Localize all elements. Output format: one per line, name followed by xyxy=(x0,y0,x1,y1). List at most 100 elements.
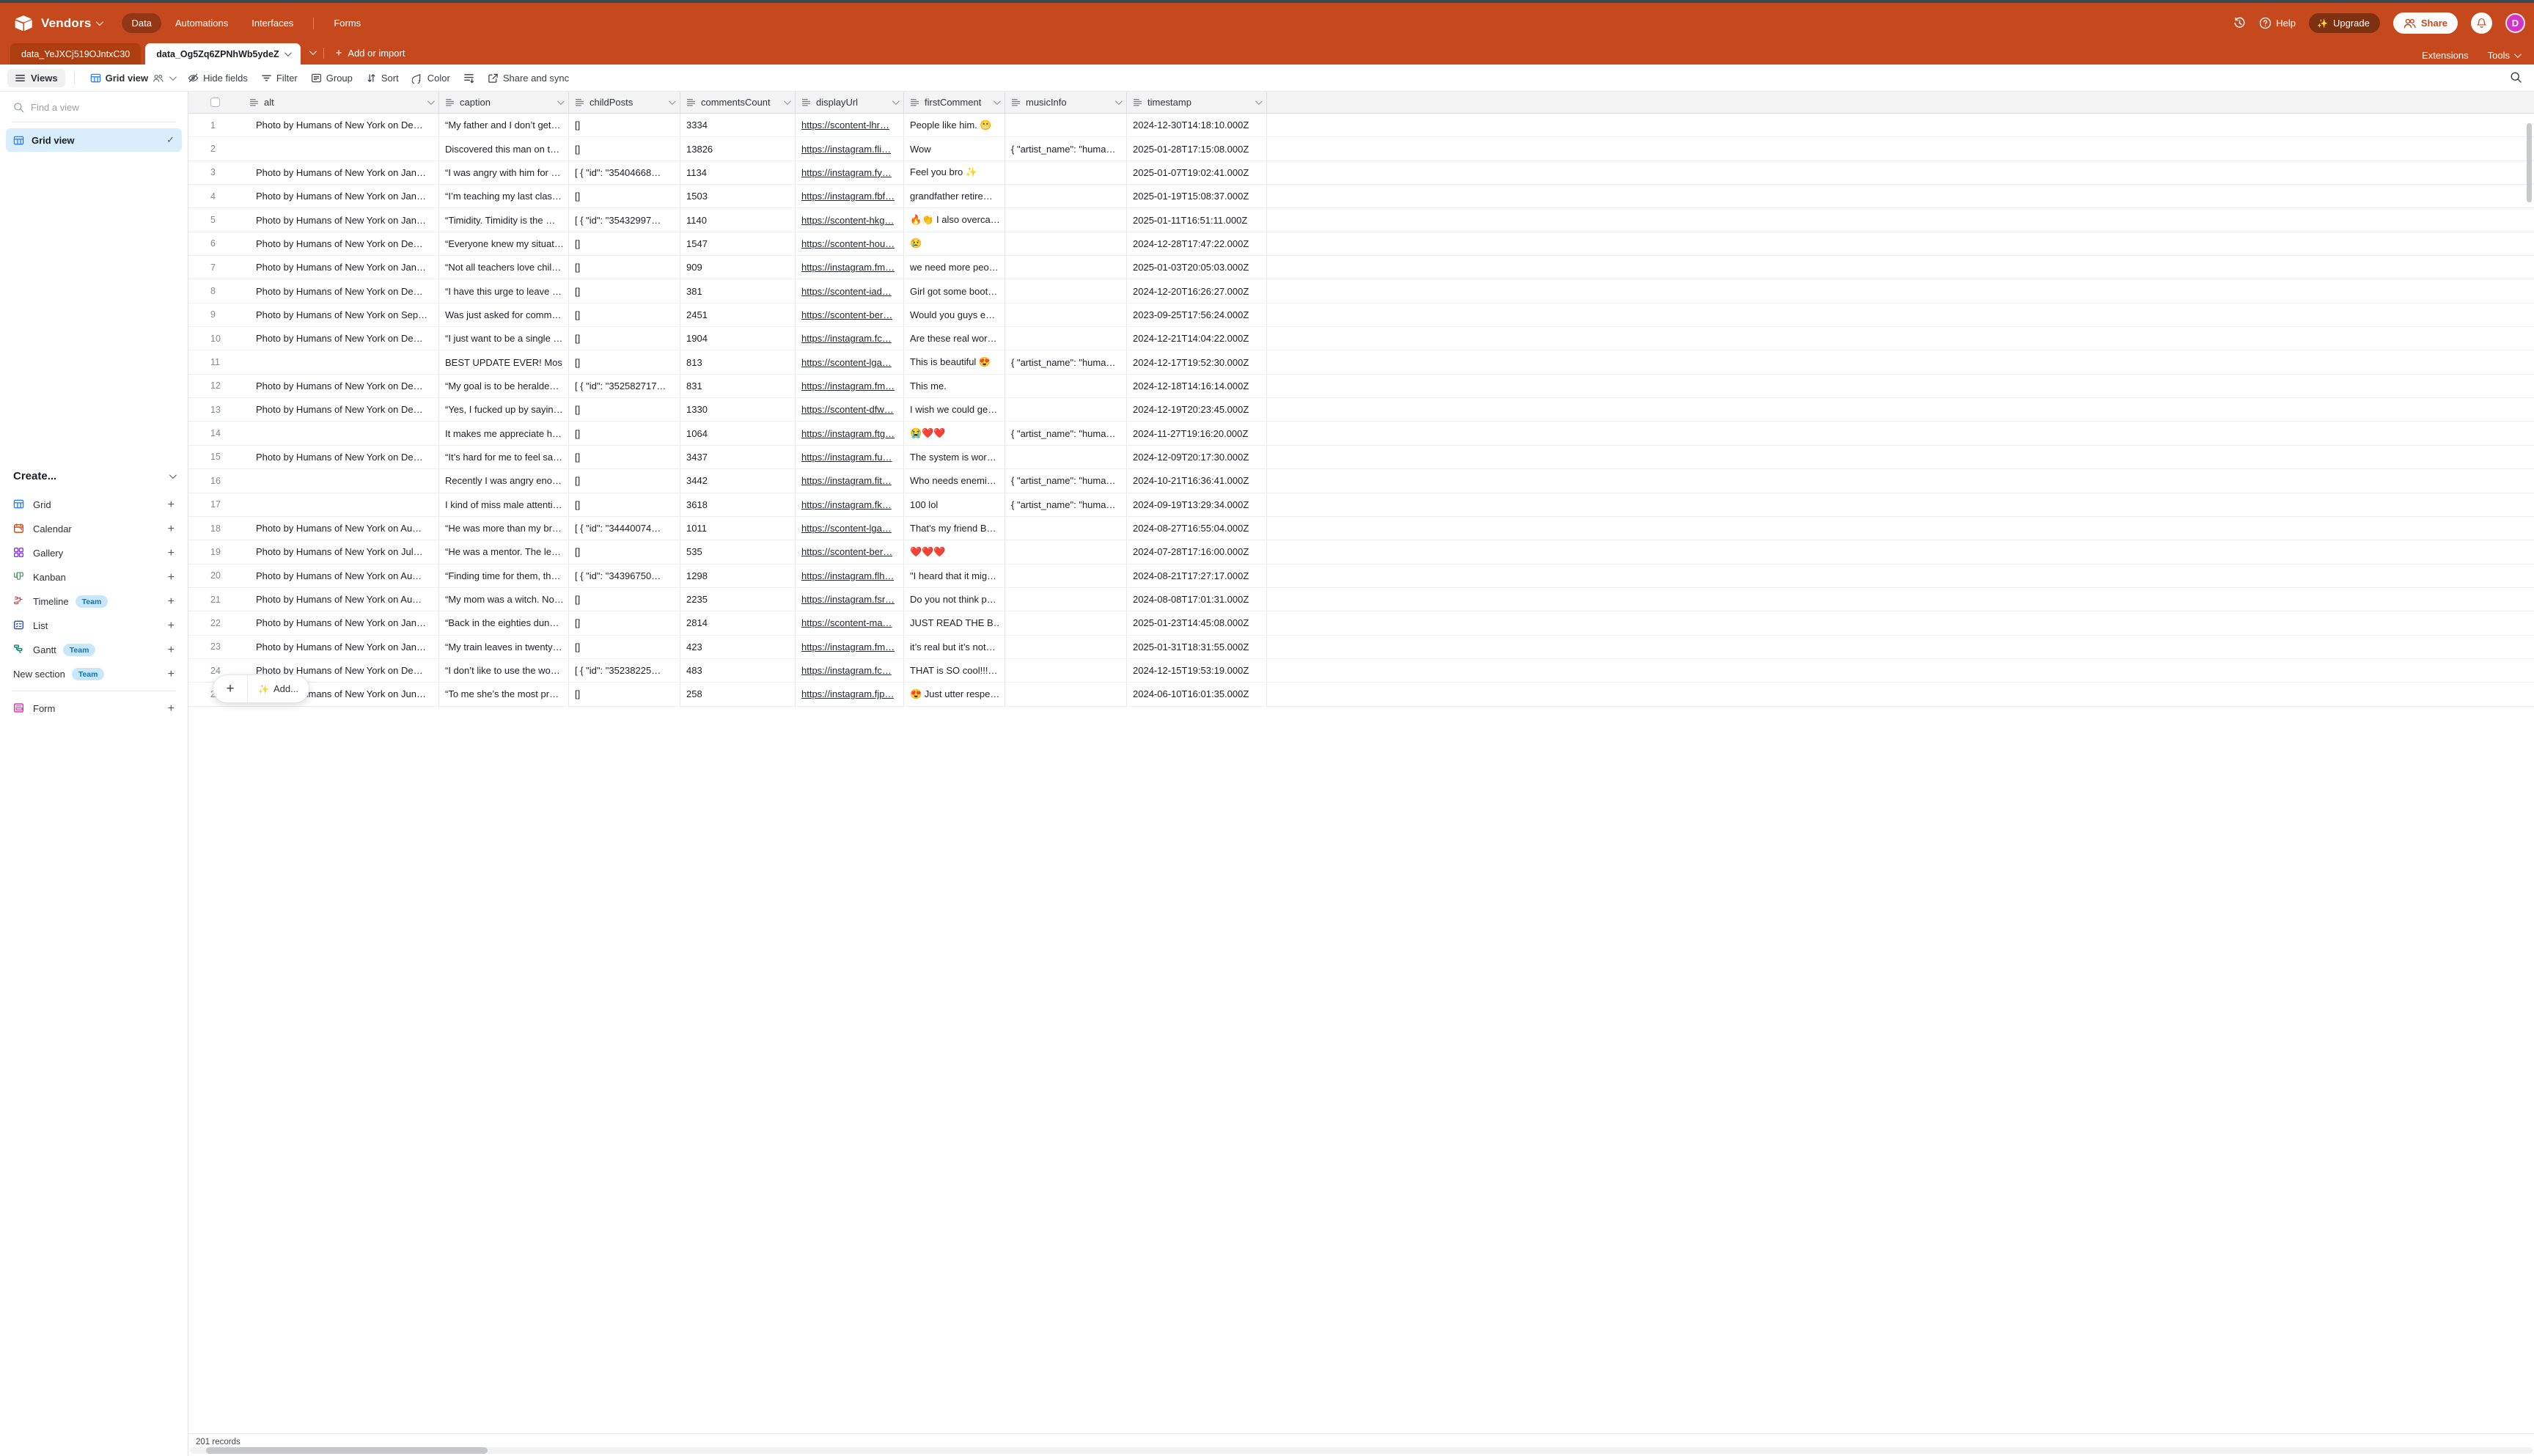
cell-caption[interactable]: It makes me appreciate h… xyxy=(439,422,569,444)
cell-musicInfo[interactable] xyxy=(1005,683,1127,705)
cell-timestamp[interactable]: 2025-01-23T14:45:08.000Z xyxy=(1127,611,1267,634)
share-and-sync-button[interactable]: Share and sync xyxy=(481,69,576,87)
cell-musicInfo[interactable] xyxy=(1005,161,1127,184)
cell-caption[interactable]: “He was a mentor. The le… xyxy=(439,540,569,563)
cell-childPosts[interactable]: [ { "id": "35404668… xyxy=(569,161,680,184)
cell-displayUrl[interactable]: https://scontent-dfw… xyxy=(796,398,904,421)
cell-caption[interactable]: “To me she’s the most pr… xyxy=(439,683,569,705)
cell-musicInfo[interactable] xyxy=(1005,279,1127,302)
cell-alt[interactable]: 16 xyxy=(188,469,439,492)
cell-firstComment[interactable]: 😭❤️❤️ xyxy=(904,422,1005,444)
cell-musicInfo[interactable]: { "artist_name": "huma… xyxy=(1005,137,1127,160)
add-view-plus-icon[interactable]: + xyxy=(168,668,175,681)
cell-commentsCount[interactable]: 1330 xyxy=(680,398,796,421)
cell-displayUrl[interactable]: https://instagram.fu… xyxy=(796,446,904,468)
hide-fields-button[interactable]: Hide fields xyxy=(181,69,254,87)
column-menu-chevron-icon[interactable] xyxy=(427,98,435,105)
column-menu-chevron-icon[interactable] xyxy=(669,98,676,105)
cell-timestamp[interactable]: 2024-08-27T16:55:04.000Z xyxy=(1127,517,1267,540)
cell-caption[interactable]: “I just want to be a single … xyxy=(439,327,569,350)
cell-alt[interactable]: 21Photo by Humans of New York on Au… xyxy=(188,588,439,611)
cell-caption[interactable]: “It’s hard for me to feel sa… xyxy=(439,446,569,468)
cell-timestamp[interactable]: 2024-11-27T19:16:20.000Z xyxy=(1127,422,1267,444)
column-menu-chevron-icon[interactable] xyxy=(892,98,900,105)
cell-timestamp[interactable]: 2025-01-07T19:02:41.000Z xyxy=(1127,161,1267,184)
add-view-plus-icon[interactable]: + xyxy=(168,619,175,633)
cell-firstComment[interactable]: Would you guys e… xyxy=(904,304,1005,326)
cell-caption[interactable]: Was just asked for comm… xyxy=(439,304,569,326)
cell-displayUrl[interactable]: https://scontent-ber… xyxy=(796,304,904,326)
group-button[interactable]: Group xyxy=(304,69,359,87)
cell-alt[interactable]: 23Photo by Humans of New York on Jan… xyxy=(188,636,439,658)
cell-firstComment[interactable]: we need more peo… xyxy=(904,256,1005,279)
cell-caption[interactable]: “Everyone knew my situat… xyxy=(439,232,569,255)
column-header-timestamp[interactable]: timestamp xyxy=(1127,92,1267,113)
cell-musicInfo[interactable] xyxy=(1005,327,1127,350)
cell-firstComment[interactable]: 100 lol xyxy=(904,493,1005,516)
cell-musicInfo[interactable] xyxy=(1005,611,1127,634)
table-tab-chevron-down-icon[interactable] xyxy=(284,49,292,56)
cell-timestamp[interactable]: 2024-08-08T17:01:31.000Z xyxy=(1127,588,1267,611)
sidebar-create-grid[interactable]: Grid+ xyxy=(0,493,188,517)
cell-musicInfo[interactable]: { "artist_name": "huma… xyxy=(1005,493,1127,516)
cell-commentsCount[interactable]: 909 xyxy=(680,256,796,279)
cell-childPosts[interactable]: [] xyxy=(569,683,680,705)
cell-alt[interactable]: 13Photo by Humans of New York on De… xyxy=(188,398,439,421)
upgrade-button[interactable]: ✨ Upgrade xyxy=(2309,13,2380,33)
cell-childPosts[interactable]: [] xyxy=(569,137,680,160)
cell-displayUrl[interactable]: https://scontent-ber… xyxy=(796,540,904,563)
cell-commentsCount[interactable]: 483 xyxy=(680,659,796,682)
cell-alt[interactable]: 2 xyxy=(188,137,439,160)
help-button[interactable]: Help xyxy=(2259,17,2296,29)
cell-firstComment[interactable]: grandfather retire… xyxy=(904,185,1005,207)
cell-commentsCount[interactable]: 381 xyxy=(680,279,796,302)
cell-caption[interactable]: “Not all teachers love chil… xyxy=(439,256,569,279)
cell-commentsCount[interactable]: 1011 xyxy=(680,517,796,540)
sidebar-create-kanban[interactable]: Kanban+ xyxy=(0,565,188,589)
cell-musicInfo[interactable] xyxy=(1005,588,1127,611)
column-menu-chevron-icon[interactable] xyxy=(557,98,565,105)
cell-childPosts[interactable]: [ { "id": "34440074… xyxy=(569,517,680,540)
cell-caption[interactable]: BEST UPDATE EVER! Mos… xyxy=(439,350,569,373)
cell-alt[interactable]: 6Photo by Humans of New York on De… xyxy=(188,232,439,255)
cell-alt[interactable]: 22Photo by Humans of New York on Jan… xyxy=(188,611,439,634)
cell-caption[interactable]: Recently I was angry eno… xyxy=(439,469,569,492)
cell-firstComment[interactable]: 😍 Just utter respe… xyxy=(904,683,1005,705)
cell-caption[interactable]: “I was angry with him for … xyxy=(439,161,569,184)
cell-musicInfo[interactable] xyxy=(1005,304,1127,326)
avatar[interactable]: D xyxy=(2505,13,2525,33)
cell-commentsCount[interactable]: 3618 xyxy=(680,493,796,516)
base-chevron-down-icon[interactable] xyxy=(96,18,103,26)
sidebar-create-new-section[interactable]: New sectionTeam+ xyxy=(0,662,188,686)
cell-commentsCount[interactable]: 535 xyxy=(680,540,796,563)
cell-childPosts[interactable]: [ { "id": "352582717… xyxy=(569,375,680,397)
cell-displayUrl[interactable]: https://instagram.fbf… xyxy=(796,185,904,207)
cell-caption[interactable]: I kind of miss male attenti… xyxy=(439,493,569,516)
cell-commentsCount[interactable]: 831 xyxy=(680,375,796,397)
cell-caption[interactable]: “My train leaves in twenty… xyxy=(439,636,569,658)
cell-alt[interactable]: 17 xyxy=(188,493,439,516)
cell-childPosts[interactable]: [] xyxy=(569,185,680,207)
cell-timestamp[interactable]: 2024-12-21T14:04:22.000Z xyxy=(1127,327,1267,350)
cell-childPosts[interactable]: [] xyxy=(569,327,680,350)
cell-childPosts[interactable]: [ { "id": "35238225… xyxy=(569,659,680,682)
cell-displayUrl[interactable]: https://instagram.fk… xyxy=(796,493,904,516)
cell-commentsCount[interactable]: 258 xyxy=(680,683,796,705)
notifications-button[interactable] xyxy=(2471,12,2492,34)
cell-childPosts[interactable]: [] xyxy=(569,279,680,302)
cell-firstComment[interactable]: 😢 xyxy=(904,232,1005,255)
cell-alt[interactable]: 14 xyxy=(188,422,439,444)
add-view-plus-icon[interactable]: + xyxy=(168,595,175,608)
cell-childPosts[interactable]: [] xyxy=(569,540,680,563)
column-header-caption[interactable]: caption xyxy=(439,92,569,113)
cell-commentsCount[interactable]: 813 xyxy=(680,350,796,373)
cell-displayUrl[interactable]: https://instagram.fli… xyxy=(796,137,904,160)
cell-firstComment[interactable]: That’s my friend B… xyxy=(904,517,1005,540)
cell-displayUrl[interactable]: https://instagram.fm… xyxy=(796,375,904,397)
cell-alt[interactable]: 11 xyxy=(188,350,439,373)
create-section-title[interactable]: Create... xyxy=(13,470,56,482)
cell-childPosts[interactable]: [] xyxy=(569,611,680,634)
cell-timestamp[interactable]: 2024-12-18T14:16:14.000Z xyxy=(1127,375,1267,397)
cell-childPosts[interactable]: [] xyxy=(569,422,680,444)
cell-childPosts[interactable]: [] xyxy=(569,350,680,373)
